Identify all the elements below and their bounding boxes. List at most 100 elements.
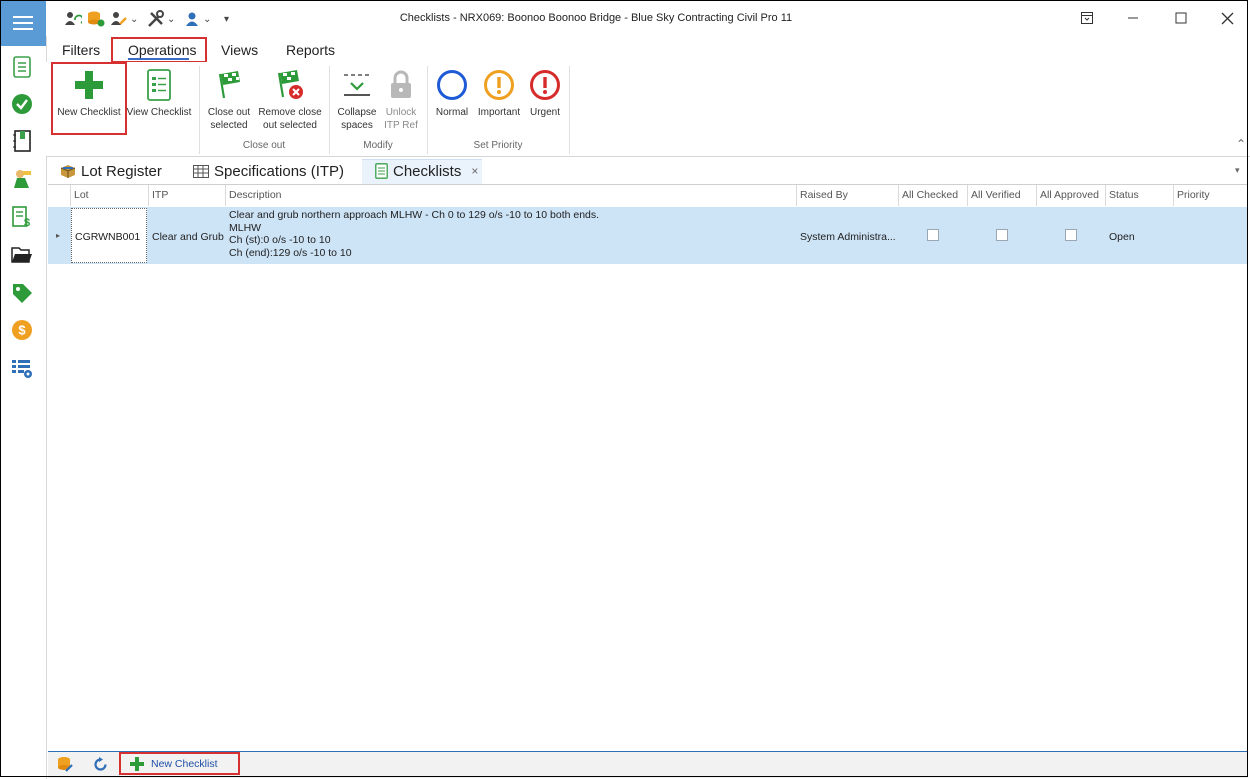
ribbon-separator xyxy=(427,66,428,154)
close-out-selected-label-1: Close out xyxy=(207,107,251,118)
bottom-new-checklist-label: New Checklist xyxy=(151,757,218,770)
unlock-itp-ref-label-1: Unlock xyxy=(385,107,417,118)
lock-icon xyxy=(384,68,418,102)
title-bar: ⌄ ⌄ ⌄ ▾ Checklists - NRX069: Boonoo Boon… xyxy=(46,0,1250,36)
svg-text:$: $ xyxy=(18,323,26,338)
doc-tab-specifications-label: Specifications (ITP) xyxy=(214,162,345,180)
spreadsheet-icon xyxy=(193,164,209,178)
cell-raised-by: System Administra... xyxy=(800,231,896,243)
new-checklist-button[interactable]: New Checklist xyxy=(53,68,125,119)
priority-urgent-label: Urgent xyxy=(529,107,560,118)
column-header-priority[interactable]: Priority xyxy=(1173,185,1248,206)
checklist-doc-icon[interactable] xyxy=(11,56,33,78)
ribbon-separator xyxy=(199,66,200,154)
new-checklist-label: New Checklist xyxy=(57,107,121,118)
view-checklist-button[interactable]: View Checklist xyxy=(125,68,193,119)
box-icon xyxy=(60,164,76,178)
doc-tab-checklists[interactable]: Checklists × xyxy=(375,158,478,184)
priority-normal-label: Normal xyxy=(435,107,469,118)
collapse-spaces-label-1: Collapse xyxy=(337,107,377,118)
worker-icon[interactable] xyxy=(11,168,33,190)
cell-description: Clear and grub northern approach MLHW - … xyxy=(229,209,599,259)
unlock-itp-ref-label-2: ITP Ref xyxy=(384,120,418,131)
column-header-description[interactable]: Description xyxy=(225,185,796,206)
doc-tab-specifications[interactable]: Specifications (ITP) xyxy=(193,158,344,184)
all-verified-checkbox[interactable] xyxy=(996,229,1008,241)
remove-close-out-selected-button[interactable]: Remove close out selected xyxy=(255,68,325,132)
minimize-icon[interactable] xyxy=(1118,6,1148,30)
description-line-1: Clear and grub northern approach MLHW - … xyxy=(229,209,600,221)
side-navigation-rail: $ $ xyxy=(0,0,47,779)
collapse-spaces-button[interactable]: Collapse spaces xyxy=(333,68,381,132)
priority-important-label: Important xyxy=(477,107,521,118)
refresh-icon[interactable] xyxy=(93,757,108,775)
active-tab-underline xyxy=(128,58,189,60)
column-header-all-checked[interactable]: All Checked xyxy=(898,185,967,206)
tab-filters[interactable]: Filters xyxy=(62,42,100,60)
doc-tab-checklists-label: Checklists xyxy=(393,162,462,180)
column-header-lot[interactable]: Lot xyxy=(70,185,148,206)
close-out-selected-button[interactable]: Close out selected xyxy=(204,68,254,132)
column-header-status[interactable]: Status xyxy=(1105,185,1173,206)
remove-close-out-label-1: Remove close xyxy=(258,107,322,118)
column-header-all-verified[interactable]: All Verified xyxy=(967,185,1036,206)
collapse-spaces-icon xyxy=(340,68,374,102)
check-circle-icon[interactable] xyxy=(11,93,33,115)
tag-icon[interactable] xyxy=(11,282,33,304)
column-header-itp[interactable]: ITP xyxy=(148,185,225,206)
maximize-icon[interactable] xyxy=(1166,6,1196,30)
priority-urgent-button[interactable]: Urgent xyxy=(525,68,565,119)
unlock-itp-ref-button[interactable]: Unlock ITP Ref xyxy=(381,68,421,132)
green-plus-icon xyxy=(130,756,144,771)
cell-lot: CGRWNB001 xyxy=(75,231,141,243)
cell-status: Open xyxy=(1109,231,1135,243)
doc-tab-lot-register-label: Lot Register xyxy=(81,162,162,180)
row-expand-arrow-icon[interactable]: ▸ xyxy=(56,231,60,240)
bottom-new-checklist-button[interactable]: New Checklist xyxy=(119,752,240,775)
checklist-view-icon xyxy=(142,68,176,102)
notebook-icon[interactable] xyxy=(11,130,33,152)
group-label-close-out: Close out xyxy=(242,140,286,151)
svg-text:$: $ xyxy=(24,217,30,228)
group-label-set-priority: Set Priority xyxy=(473,140,523,151)
close-tab-icon[interactable]: × xyxy=(471,164,478,178)
collapse-ribbon-chevron-up-icon[interactable]: ⌃ xyxy=(1236,137,1246,151)
tab-views[interactable]: Views xyxy=(221,42,258,60)
hamburger-menu-icon[interactable] xyxy=(0,0,46,46)
ribbon-separator xyxy=(329,66,330,154)
green-plus-icon xyxy=(72,68,106,102)
checkered-flag-remove-icon xyxy=(273,68,307,102)
checklists-grid xyxy=(48,184,1248,751)
normal-priority-circle-icon xyxy=(435,68,469,102)
all-checked-checkbox[interactable] xyxy=(927,229,939,241)
tabs-dropdown-icon[interactable]: ▾ xyxy=(1235,165,1240,176)
description-line-4: Ch (end):129 o/s -10 to 10 xyxy=(229,246,352,259)
open-folder-icon[interactable] xyxy=(11,244,33,266)
all-approved-checkbox[interactable] xyxy=(1065,229,1077,241)
view-checklist-label: View Checklist xyxy=(126,107,192,118)
cell-itp: Clear and Grub xyxy=(152,231,224,243)
collapse-spaces-label-2: spaces xyxy=(341,120,373,131)
window-title: Checklists - NRX069: Boonoo Boonoo Bridg… xyxy=(399,12,793,24)
tab-reports[interactable]: Reports xyxy=(286,42,335,60)
doc-tab-lot-register[interactable]: Lot Register xyxy=(60,158,162,184)
list-settings-icon[interactable] xyxy=(11,357,33,379)
remove-close-out-label-2: out selected xyxy=(263,120,317,131)
close-window-icon[interactable] xyxy=(1212,6,1242,30)
bottom-database-icon[interactable] xyxy=(57,756,74,776)
column-header-raised-by[interactable]: Raised By xyxy=(796,185,898,206)
ribbon-separator xyxy=(569,66,570,154)
ribbon-display-options-icon[interactable] xyxy=(1072,6,1102,30)
description-line-3: Ch (st):0 o/s -10 to 10 xyxy=(229,234,331,246)
description-line-2: MLHW xyxy=(229,221,262,234)
priority-important-button[interactable]: Important xyxy=(474,68,524,119)
priority-normal-button[interactable]: Normal xyxy=(431,68,473,119)
cost-document-icon[interactable]: $ xyxy=(11,206,33,228)
close-out-selected-label-2: selected xyxy=(210,120,248,131)
important-exclamation-icon xyxy=(482,68,516,102)
group-label-modify: Modify xyxy=(363,140,393,151)
column-header-all-approved[interactable]: All Approved xyxy=(1036,185,1105,206)
checklist-icon xyxy=(375,163,388,179)
checkered-flag-icon xyxy=(212,68,246,102)
dollar-coin-icon[interactable]: $ xyxy=(11,319,33,341)
